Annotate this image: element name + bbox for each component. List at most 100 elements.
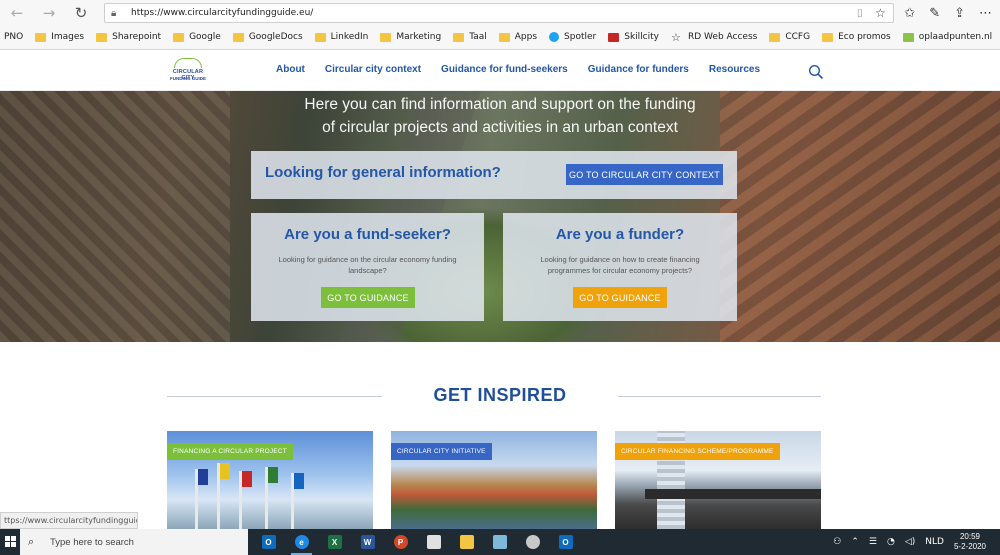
folder-icon bbox=[314, 32, 326, 42]
word-app[interactable]: W bbox=[351, 529, 384, 555]
nav-about[interactable]: About bbox=[276, 64, 305, 75]
site-header: CIRCULAR CITY FUNDING GUIDE About Circul… bbox=[0, 50, 1000, 91]
bookmark-item[interactable]: ☆ RD Web Access bbox=[671, 32, 757, 43]
url-text[interactable]: https://www.circularcityfundingguide.eu/ bbox=[131, 8, 857, 18]
fund-seeker-question: Are you a fund-seeker? bbox=[284, 226, 451, 243]
fund-seeker-guidance-button[interactable]: GO TO GUIDANCE bbox=[321, 287, 415, 308]
share-icon[interactable]: ⇪ bbox=[954, 6, 965, 21]
fund-seeker-description: Looking for guidance on the circular eco… bbox=[278, 255, 457, 275]
outlook-icon: O bbox=[558, 535, 573, 549]
link-status-bar: ttps://www.circularcityfundingguide.eu/ bbox=[0, 512, 138, 529]
flag bbox=[242, 471, 252, 487]
folder-icon bbox=[173, 32, 185, 42]
nav-guidance-funders[interactable]: Guidance for funders bbox=[588, 64, 689, 75]
bookmark-item[interactable]: Spotler bbox=[549, 32, 596, 42]
bookmark-item[interactable]: CCFG bbox=[769, 32, 810, 42]
browser-chrome: ← → ↻ ⌂ 🔒︎ https://www.circularcityfundi… bbox=[0, 0, 1000, 50]
folder-icon bbox=[822, 32, 834, 42]
paint-app[interactable] bbox=[417, 529, 450, 555]
flag bbox=[268, 467, 278, 483]
main-nav: About Circular city context Guidance for… bbox=[276, 64, 760, 75]
language-indicator[interactable]: NLD bbox=[925, 537, 944, 547]
card-badge: CIRCULAR FINANCING SCHEME/PROGRAMME bbox=[615, 443, 780, 460]
bookmark-item[interactable]: LinkedIn bbox=[314, 32, 368, 42]
inspired-card[interactable]: CIRCULAR CITY INITIATIVE bbox=[391, 431, 597, 529]
hero-intro-line1: Here you can find information and suppor… bbox=[304, 96, 696, 113]
card-image bbox=[645, 489, 821, 499]
more-icon[interactable]: ⋯ bbox=[979, 6, 992, 21]
folder-icon bbox=[380, 32, 392, 42]
funder-guidance-button[interactable]: GO TO GUIDANCE bbox=[573, 287, 667, 308]
outlook-app-2[interactable]: O bbox=[549, 529, 582, 555]
pen-icon[interactable]: ✎ bbox=[929, 6, 940, 21]
clock-date: 5-2-2020 bbox=[953, 542, 986, 551]
card-badge: FINANCING A CIRCULAR PROJECT bbox=[167, 443, 293, 460]
forward-icon[interactable]: → bbox=[36, 2, 62, 24]
excel-icon: X bbox=[327, 535, 342, 549]
wifi-icon[interactable]: ◔ bbox=[887, 537, 895, 547]
bookmark-item[interactable]: oplaadpunten.nl bbox=[902, 32, 992, 42]
nav-circular-city-context[interactable]: Circular city context bbox=[325, 64, 421, 75]
outlook-icon: O bbox=[261, 535, 276, 549]
spotler-icon bbox=[549, 32, 560, 42]
bookmark-item[interactable]: PNO bbox=[4, 32, 23, 42]
chevron-up-icon[interactable]: ⌃ bbox=[851, 537, 859, 547]
taskbar: ⌕ Type here to search O e X W P O ⚇ ⌃ ☰ … bbox=[0, 529, 1000, 555]
notes-icon bbox=[492, 535, 507, 549]
site-favicon-icon bbox=[902, 32, 914, 42]
funder-panel: Are you a funder? Looking for guidance o… bbox=[503, 213, 737, 321]
reading-view-icon[interactable]: ▯ bbox=[857, 8, 875, 19]
browser-tools: ✩ ✎ ⇪ ⋯ bbox=[904, 2, 992, 24]
fund-seeker-panel: Are you a fund-seeker? Looking for guida… bbox=[251, 213, 484, 321]
search-icon: ⌕ bbox=[28, 535, 35, 548]
inspired-card[interactable]: CIRCULAR FINANCING SCHEME/PROGRAMME bbox=[615, 431, 821, 529]
bookmark-item[interactable]: GoogleDocs bbox=[232, 32, 303, 42]
general-info-panel: Looking for general information? GO TO C… bbox=[251, 151, 737, 199]
bookmark-item[interactable]: Google bbox=[173, 32, 221, 42]
favorites-icon[interactable]: ✩ bbox=[904, 6, 915, 21]
back-icon[interactable]: ← bbox=[4, 2, 30, 24]
excel-app[interactable]: X bbox=[318, 529, 351, 555]
inspired-card[interactable]: FINANCING A CIRCULAR PROJECT bbox=[167, 431, 373, 529]
card-badge: CIRCULAR CITY INITIATIVE bbox=[391, 443, 492, 460]
bookmark-item[interactable]: Marketing bbox=[380, 32, 441, 42]
address-bar[interactable]: 🔒︎ https://www.circularcityfundingguide.… bbox=[104, 3, 894, 23]
windows-icon bbox=[5, 536, 16, 547]
word-icon: W bbox=[360, 535, 375, 549]
folder-icon bbox=[498, 32, 510, 42]
funder-question: Are you a funder? bbox=[555, 226, 685, 243]
notes-app[interactable] bbox=[483, 529, 516, 555]
folder-icon bbox=[459, 535, 474, 549]
bookmark-item[interactable]: Images bbox=[35, 32, 84, 42]
favorite-star-icon[interactable]: ☆ bbox=[875, 6, 893, 20]
star-icon: ☆ bbox=[670, 30, 681, 44]
bookmark-item[interactable]: Sharepoint bbox=[96, 32, 161, 42]
file-explorer-app[interactable] bbox=[450, 529, 483, 555]
powerpoint-icon: P bbox=[393, 535, 408, 549]
nav-resources[interactable]: Resources bbox=[709, 64, 760, 75]
clock[interactable]: 20:59 5-2-2020 bbox=[954, 532, 986, 552]
hero-intro-line2: of circular projects and activities in a… bbox=[322, 119, 678, 136]
bookmark-item[interactable]: Apps bbox=[498, 32, 537, 42]
outlook-app[interactable]: O bbox=[252, 529, 285, 555]
edge-app[interactable]: e bbox=[285, 529, 318, 555]
people-icon[interactable]: ⚇ bbox=[833, 537, 841, 547]
volume-icon[interactable]: ◁) bbox=[905, 537, 915, 547]
site-logo[interactable]: CIRCULAR CITY FUNDING GUIDE bbox=[166, 58, 210, 84]
refresh-icon[interactable]: ↻ bbox=[68, 2, 94, 24]
bookmarks-bar: PNO Images Sharepoint Google GoogleDocs … bbox=[0, 27, 1000, 47]
snipping-app[interactable] bbox=[516, 529, 549, 555]
powerpoint-app[interactable]: P bbox=[384, 529, 417, 555]
go-to-circular-city-context-button[interactable]: GO TO CIRCULAR CITY CONTEXT bbox=[566, 164, 723, 185]
bookmark-item[interactable]: Skillcity bbox=[608, 32, 659, 42]
start-button[interactable] bbox=[0, 529, 20, 555]
search-icon[interactable] bbox=[808, 64, 824, 80]
general-info-question: Looking for general information? bbox=[265, 164, 501, 181]
bookmark-item[interactable]: Eco promos bbox=[822, 32, 891, 42]
taskbar-search[interactable]: ⌕ Type here to search bbox=[20, 529, 248, 555]
folder-icon bbox=[232, 32, 244, 42]
folder-icon bbox=[453, 32, 465, 42]
nav-guidance-fund-seekers[interactable]: Guidance for fund-seekers bbox=[441, 64, 568, 75]
bookmark-item[interactable]: Taal bbox=[453, 32, 487, 42]
network-icon[interactable]: ☰ bbox=[869, 537, 877, 547]
